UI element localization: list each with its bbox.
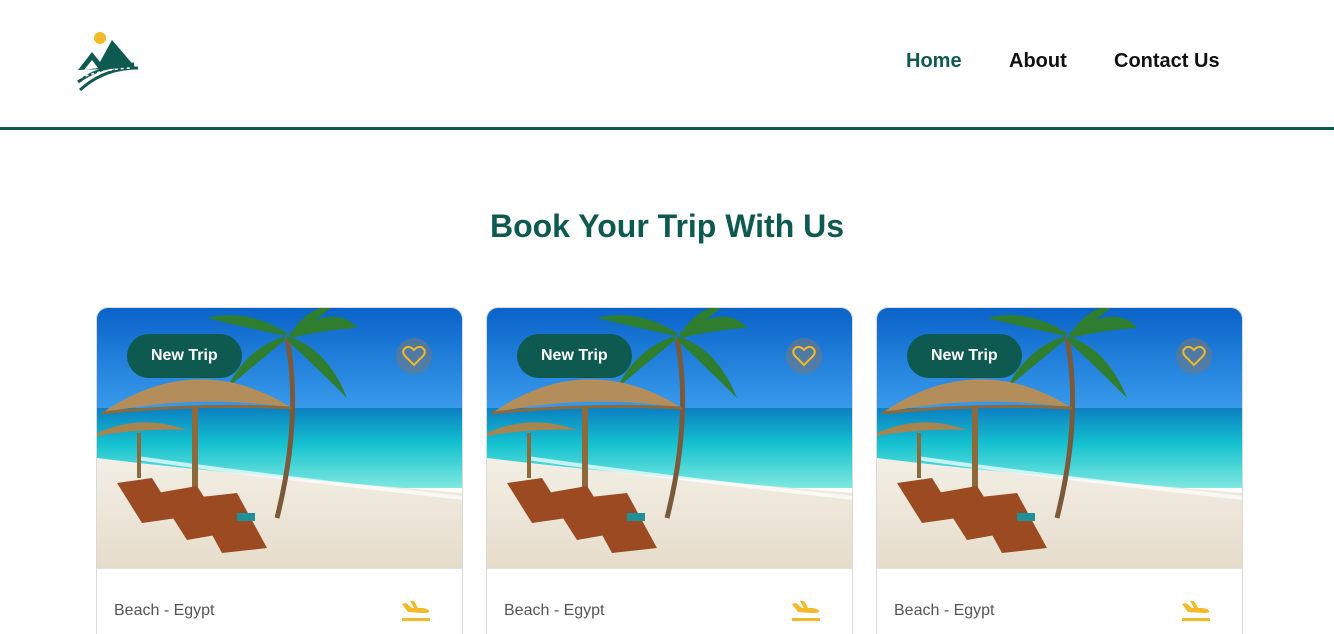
- heart-icon: [792, 345, 816, 367]
- new-trip-badge: New Trip: [907, 334, 1022, 378]
- main-nav: Home About Contact Us: [0, 50, 1334, 76]
- nav-contact-link[interactable]: Contact Us: [1114, 50, 1220, 73]
- favorite-button[interactable]: [786, 338, 822, 374]
- trip-location: Beach - Egypt: [504, 602, 605, 619]
- card-footer: Beach - Egypt: [97, 568, 462, 634]
- page-title: Book Your Trip With Us: [489, 208, 845, 244]
- trip-card[interactable]: New Trip Beach - Egypt: [96, 307, 463, 634]
- card-footer: Beach - Egypt: [877, 568, 1242, 634]
- nav-about-link[interactable]: About: [1009, 50, 1067, 73]
- favorite-button[interactable]: [396, 338, 432, 374]
- trip-location: Beach - Egypt: [894, 602, 995, 619]
- favorite-button[interactable]: [1176, 338, 1212, 374]
- site-header: Home About Contact Us: [0, 0, 1334, 130]
- nav-home-link[interactable]: Home: [906, 50, 962, 73]
- heart-icon: [1182, 345, 1206, 367]
- new-trip-badge: New Trip: [127, 334, 242, 378]
- plane-landing-icon[interactable]: [400, 598, 432, 624]
- heart-icon: [402, 345, 426, 367]
- plane-landing-icon[interactable]: [1180, 598, 1212, 624]
- plane-landing-icon[interactable]: [790, 598, 822, 624]
- trip-card[interactable]: New Trip Beach - Egypt: [876, 307, 1243, 634]
- trip-location: Beach - Egypt: [114, 602, 215, 619]
- trip-card[interactable]: New Trip Beach - Egypt: [486, 307, 853, 634]
- card-footer: Beach - Egypt: [487, 568, 852, 634]
- new-trip-badge: New Trip: [517, 334, 632, 378]
